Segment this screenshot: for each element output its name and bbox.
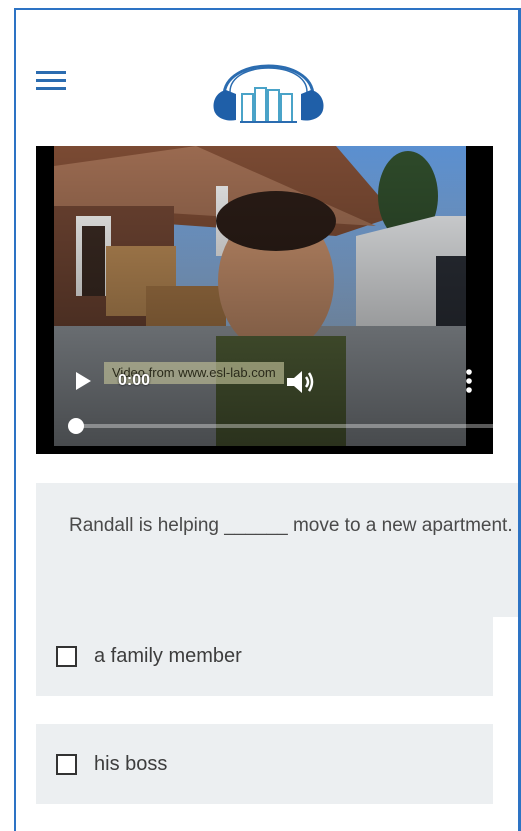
answer-label: a family member (94, 644, 242, 667)
more-vertical-icon[interactable] (464, 368, 474, 394)
headphones-books-logo-icon[interactable] (206, 24, 331, 134)
answer-option-his-boss[interactable]: his boss (36, 724, 493, 804)
answer-label: his boss (94, 752, 168, 775)
answer-checkbox[interactable] (56, 645, 77, 667)
volume-icon[interactable] (284, 368, 316, 396)
video-player[interactable]: Video from www.esl-lab.com 0:00 (36, 146, 493, 454)
hamburger-menu-icon[interactable] (36, 70, 70, 92)
app-frame: Video from www.esl-lab.com 0:00 Randall … (14, 8, 521, 831)
video-progress-knob[interactable] (68, 418, 84, 434)
video-still-frame (36, 146, 493, 454)
video-current-time: 0:00 (118, 372, 151, 389)
question-prompt: Randall is helping ______ move to a new … (36, 483, 518, 617)
video-progress-bar[interactable] (68, 418, 493, 434)
answer-option-a-family-member[interactable]: a family member (36, 616, 493, 696)
play-icon[interactable] (74, 371, 92, 391)
answer-checkbox[interactable] (56, 753, 77, 775)
